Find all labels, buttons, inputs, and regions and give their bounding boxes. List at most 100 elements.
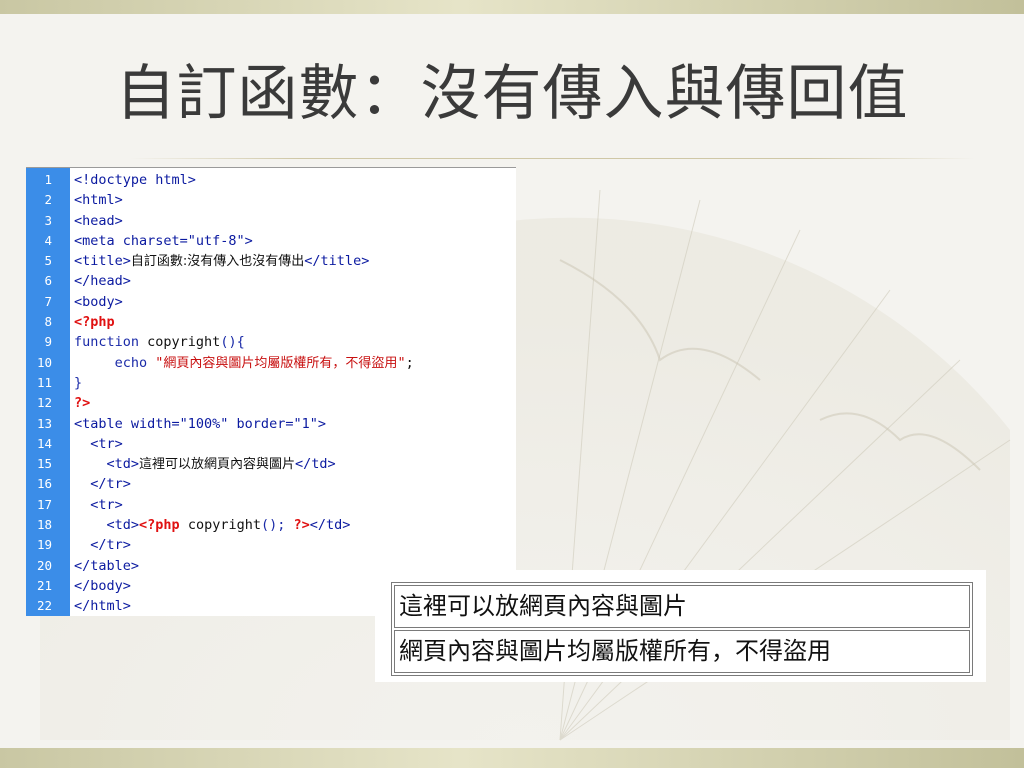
code-token: </td>: [309, 517, 351, 534]
code-token: <?php: [139, 517, 188, 534]
code-line: 9 function copyright(){: [26, 332, 516, 352]
code-text: <table width="100%" border="1">: [74, 414, 326, 434]
code-token: 這裡可以放網頁內容與圖片: [139, 457, 296, 473]
code-token: <?php: [74, 314, 115, 331]
code-text: </body>: [74, 576, 131, 596]
code-text: <td>這裡可以放網頁內容與圖片</td>: [74, 454, 336, 475]
code-token: <title>: [74, 253, 131, 270]
code-line: 1 <!doctype html>: [26, 170, 516, 190]
code-token: copyright: [147, 334, 221, 351]
line-number: 19: [36, 537, 52, 553]
title-divider: [130, 158, 975, 159]
code-token: </table>: [74, 557, 140, 574]
code-text: }: [74, 373, 82, 393]
code-token: </tr>: [74, 476, 131, 493]
code-token: }: [74, 374, 83, 391]
line-number: 15: [36, 456, 52, 472]
output-table-cell: 這裡可以放網頁內容與圖片: [394, 585, 970, 628]
code-token: <tr>: [74, 496, 123, 513]
line-number: 2: [44, 192, 52, 208]
code-token: ;: [405, 354, 414, 371]
code-line: 4 <meta charset="utf-8">: [26, 231, 516, 251]
code-text: </tr>: [74, 474, 131, 494]
code-line: 3 <head>: [26, 211, 516, 231]
code-token: </head>: [74, 273, 131, 290]
line-number: 17: [36, 496, 52, 512]
code-text: </tr>: [74, 535, 131, 555]
code-line: 17 <tr>: [26, 495, 516, 515]
line-number: 10: [36, 354, 52, 370]
code-token: echo: [74, 354, 156, 371]
code-text: <td><?php copyright(); ?></td>: [74, 515, 351, 535]
code-token: <tr>: [74, 435, 123, 452]
line-number: 11: [36, 374, 52, 390]
code-listing: 1 <!doctype html> 2 <html> 3 <head> 4 <meta cha…: [26, 167, 516, 616]
code-token: <td>: [74, 517, 140, 534]
code-text: function copyright(){: [74, 332, 245, 352]
code-token: ": [397, 354, 406, 371]
code-token: 網頁內容與圖片均屬版權所有，不得盜用: [163, 355, 398, 371]
line-number: 18: [36, 517, 52, 533]
code-text: <head>: [74, 211, 123, 231]
code-line: 19 </tr>: [26, 535, 516, 555]
line-number: 13: [36, 415, 52, 431]
line-number: 9: [44, 334, 52, 350]
code-token: <body>: [74, 293, 123, 310]
code-text: echo "網頁內容與圖片均屬版權所有，不得盜用";: [74, 353, 414, 374]
code-line: 18 <td><?php copyright(); ?></td>: [26, 515, 516, 535]
output-preview: 這裡可以放網頁內容與圖片 網頁內容與圖片均屬版權所有，不得盜用: [375, 570, 986, 682]
line-number: 4: [44, 232, 52, 248]
code-token: </td>: [295, 456, 336, 473]
bottom-decor-band: [0, 748, 1024, 768]
line-number: 16: [36, 476, 52, 492]
code-line: 5 <title>自訂函數:沒有傳入也沒有傳出</title>: [26, 251, 516, 271]
code-text: <tr>: [74, 495, 123, 515]
line-number: 12: [36, 395, 52, 411]
code-token: copyright: [187, 517, 261, 534]
code-token: <table width="100%" border="1">: [74, 415, 326, 432]
code-token: <head>: [74, 212, 123, 229]
code-token: <!doctype html>: [74, 172, 196, 188]
code-text: ?>: [74, 393, 90, 413]
code-line: 10 echo "網頁內容與圖片均屬版權所有，不得盜用";: [26, 353, 516, 373]
code-token: (){: [220, 334, 245, 351]
output-table-cell: 網頁內容與圖片均屬版權所有，不得盜用: [394, 630, 970, 673]
code-token: function: [74, 334, 148, 351]
line-number: 5: [44, 253, 52, 269]
code-token: ?>: [293, 517, 310, 534]
output-table: 這裡可以放網頁內容與圖片 網頁內容與圖片均屬版權所有，不得盜用: [391, 582, 973, 676]
code-token: ?>: [74, 395, 91, 412]
code-text: </head>: [74, 271, 131, 291]
line-number: 22: [36, 598, 52, 614]
code-token: <html>: [74, 192, 123, 209]
code-text: <tr>: [74, 434, 123, 454]
line-number: 14: [36, 435, 52, 451]
code-text: <!doctype html>: [74, 170, 196, 190]
code-text: <title>自訂函數:沒有傳入也沒有傳出</title>: [74, 251, 369, 272]
code-token: </body>: [74, 577, 131, 594]
line-number: 1: [44, 172, 52, 187]
code-token: </html>: [74, 598, 131, 615]
line-number: 7: [44, 293, 52, 309]
code-line: 14 <tr>: [26, 434, 516, 454]
code-text: </html>: [74, 596, 131, 616]
line-number: 8: [44, 314, 52, 330]
code-text: <?php: [74, 312, 115, 332]
code-text: <meta charset="utf-8">: [74, 231, 253, 251]
code-line: 11}: [26, 373, 516, 393]
code-line: 8 <?php: [26, 312, 516, 332]
code-line: 7 <body>: [26, 292, 516, 312]
code-line: 15 <td>這裡可以放網頁內容與圖片</td>: [26, 454, 516, 474]
code-text: <html>: [74, 190, 123, 210]
code-line: 13 <table width="100%" border="1">: [26, 414, 516, 434]
code-token: </title>: [304, 253, 370, 270]
code-line: 12 ?>: [26, 393, 516, 413]
slide-title: 自訂函數：沒有傳入與傳回值: [115, 59, 909, 129]
code-token: </tr>: [74, 537, 131, 554]
code-token: <meta charset="utf-8">: [74, 232, 253, 249]
code-token: ();: [260, 517, 294, 534]
code-token: 自訂函數:沒有傳入也沒有傳出: [130, 254, 305, 270]
code-lines: 1 <!doctype html> 2 <html> 3 <head> 4 <meta cha…: [26, 170, 516, 616]
code-text: </table>: [74, 556, 139, 576]
code-token: <td>: [74, 456, 140, 473]
